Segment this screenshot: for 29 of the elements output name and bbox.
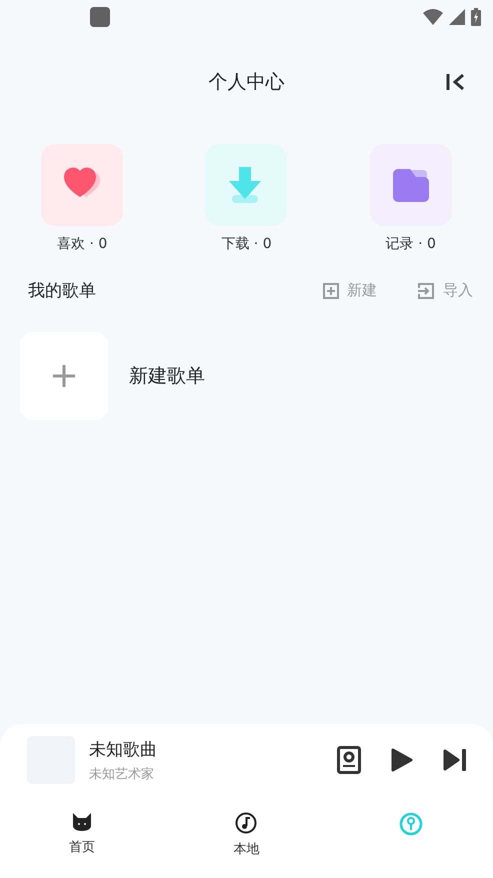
wifi-icon	[423, 9, 443, 25]
nav-tab[interactable]: 本地	[164, 796, 329, 878]
notification-icon	[90, 7, 110, 27]
plus-icon	[53, 365, 75, 387]
section-title: 我的歌单	[28, 280, 97, 302]
add-box-icon	[323, 282, 339, 298]
battery-icon	[471, 8, 481, 26]
shortcut-tile[interactable]	[205, 144, 288, 226]
song-title: 未知歌曲	[89, 738, 158, 760]
page-title: 个人中心	[208, 70, 284, 95]
new-playlist-label[interactable]: 新建歌单	[129, 363, 205, 389]
shortcut-label: 喜欢 · 0	[57, 235, 108, 253]
next-icon[interactable]	[443, 749, 467, 771]
cat-icon	[71, 812, 94, 832]
shortcut-tile[interactable]	[370, 144, 452, 226]
collapse-icon[interactable]	[446, 72, 466, 92]
person-pin-icon	[398, 812, 423, 838]
speaker-icon[interactable]	[337, 746, 361, 774]
shortcut-label: 记录 · 0	[386, 235, 436, 253]
signal-icon	[449, 9, 465, 25]
artist-name: 未知艺术家	[89, 766, 155, 782]
shortcut-label: 下载 · 0	[221, 235, 272, 253]
music-note-icon	[235, 812, 258, 834]
play-icon[interactable]	[391, 748, 413, 772]
shortcut-tile[interactable]	[41, 144, 124, 226]
nav-tab[interactable]: 首页	[0, 796, 164, 878]
folder-icon	[392, 168, 429, 202]
new-playlist-tile[interactable]	[20, 332, 108, 420]
import-icon	[417, 282, 435, 298]
